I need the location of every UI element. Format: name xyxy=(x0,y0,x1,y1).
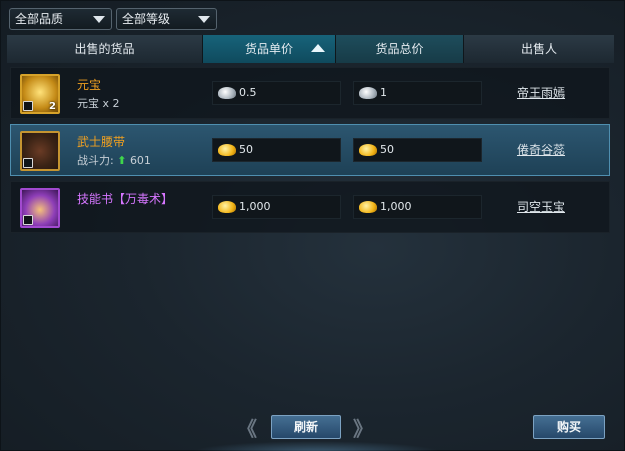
unit-price-cell: 1,000 xyxy=(212,195,341,219)
total-price-value: 1 xyxy=(380,86,387,99)
total-price-value: 50 xyxy=(380,143,394,156)
seller-link[interactable]: 帝王雨嫣 xyxy=(491,68,591,118)
bound-lock-icon xyxy=(23,158,33,168)
total-price-value: 1,000 xyxy=(380,200,412,213)
item-subtitle: 战斗力: ⬆ 601 xyxy=(77,152,151,168)
listing-row-selected[interactable]: 武士腰带 战斗力: ⬆ 601 50 50 倦奇谷蕊 xyxy=(10,124,610,176)
bottom-glow xyxy=(191,441,441,451)
item-name: 技能书【万毒术】 xyxy=(77,192,174,206)
column-goods-label: 出售的货品 xyxy=(74,42,135,56)
item-name: 元宝 xyxy=(77,78,102,92)
gold-ingot-icon xyxy=(218,144,236,156)
skill-book-icon xyxy=(20,188,60,228)
column-unit-price[interactable]: 货品单价 xyxy=(203,35,336,63)
chevron-down-icon xyxy=(93,16,105,23)
level-filter-value: 全部等级 xyxy=(122,12,171,26)
item-sub-value: x 2 xyxy=(102,97,120,110)
unit-price-cell: 50 xyxy=(212,138,341,162)
quality-filter-dropdown[interactable]: 全部品质 xyxy=(9,8,112,30)
listing-table: 2 元宝 元宝 x 2 0.5 1 帝王雨嫣 武士腰带 战斗力: ⬆ 601 5… xyxy=(7,63,614,408)
item-quantity: 2 xyxy=(49,101,56,112)
total-price-cell: 1,000 xyxy=(353,195,482,219)
seller-link[interactable]: 倦奇谷蕊 xyxy=(491,125,591,175)
bottom-bar: 《 刷新 》 购买 xyxy=(1,411,625,451)
column-total-price[interactable]: 货品总价 xyxy=(336,35,464,63)
item-sub-label: 战斗力: xyxy=(77,154,114,167)
gold-ingot-icon xyxy=(218,201,236,213)
bound-lock-icon xyxy=(23,101,33,111)
total-price-cell: 1 xyxy=(353,81,482,105)
sort-ascending-icon xyxy=(311,44,325,52)
gold-ingot-icon xyxy=(359,201,377,213)
silver-ingot-icon xyxy=(218,87,236,99)
unit-price-value: 0.5 xyxy=(239,86,257,99)
quality-filter-value: 全部品质 xyxy=(15,12,64,26)
unit-price-cell: 0.5 xyxy=(212,81,341,105)
total-price-cell: 50 xyxy=(353,138,482,162)
listing-row[interactable]: 技能书【万毒术】 1,000 1,000 司空玉宝 xyxy=(10,181,610,233)
unit-price-value: 50 xyxy=(239,143,253,156)
column-seller-label: 出售人 xyxy=(520,42,557,56)
column-seller[interactable]: 出售人 xyxy=(464,35,614,63)
next-page-icon[interactable]: 》 xyxy=(353,413,373,442)
column-total-price-label: 货品总价 xyxy=(375,42,424,56)
refresh-button[interactable]: 刷新 xyxy=(271,415,341,439)
listing-row[interactable]: 2 元宝 元宝 x 2 0.5 1 帝王雨嫣 xyxy=(10,67,610,119)
table-header: 出售的货品 货品单价 货品总价 出售人 xyxy=(7,35,614,63)
unit-price-value: 1,000 xyxy=(239,200,271,213)
item-sub-label: 元宝 xyxy=(77,97,99,110)
level-filter-dropdown[interactable]: 全部等级 xyxy=(116,8,217,30)
gold-ingot-icon: 2 xyxy=(20,74,60,114)
auction-panel: 全部品质 全部等级 出售的货品 货品单价 货品总价 出售人 2 元宝 元宝 x … xyxy=(0,0,625,451)
item-name: 武士腰带 xyxy=(77,135,126,149)
previous-page-icon[interactable]: 《 xyxy=(237,413,257,442)
column-goods[interactable]: 出售的货品 xyxy=(7,35,203,63)
item-subtitle: 元宝 x 2 xyxy=(77,95,120,111)
gold-ingot-icon xyxy=(359,144,377,156)
item-sub-value: 601 xyxy=(129,154,151,167)
chevron-down-icon xyxy=(198,16,210,23)
bound-lock-icon xyxy=(23,215,33,225)
seller-link[interactable]: 司空玉宝 xyxy=(491,182,591,232)
belt-icon xyxy=(20,131,60,171)
column-unit-price-label: 货品单价 xyxy=(244,42,293,56)
power-up-arrow-icon: ⬆ xyxy=(117,154,127,167)
silver-ingot-icon xyxy=(359,87,377,99)
buy-button[interactable]: 购买 xyxy=(533,415,605,439)
